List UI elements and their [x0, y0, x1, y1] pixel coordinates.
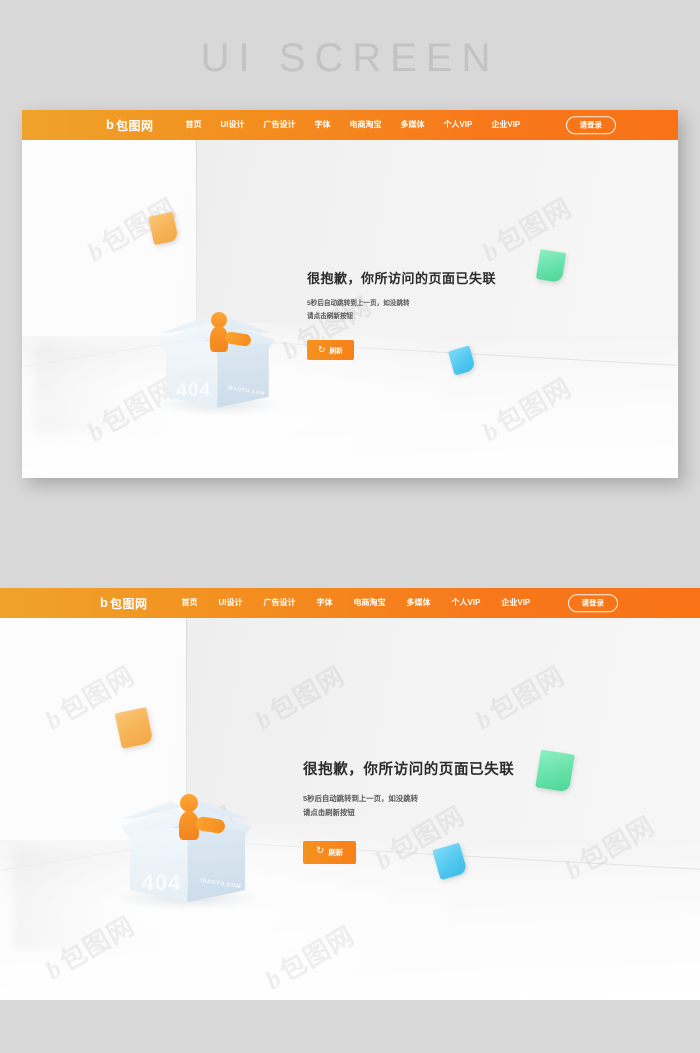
refresh-button[interactable]: ↻ 刷新 — [303, 840, 357, 864]
nav-items: 首页 UI设计 广告设计 字体 电商淘宝 多媒体 个人VIP 企业VIP — [185, 121, 539, 129]
nav-items: 首页 UI设计 广告设计 字体 电商淘宝 多媒体 个人VIP 企业VIP — [181, 599, 551, 607]
login-button[interactable]: 请登录 — [567, 594, 618, 612]
logo[interactable]: b 包图网 — [106, 117, 153, 134]
nav-item-ad-design[interactable]: 广告设计 — [263, 121, 295, 129]
error-headline: 很抱歉，你所访问的页面已失联 — [307, 271, 497, 286]
illustration-stage: b包图网 b包图网 b包图网 b包图网 b包图网 b包图网 b包图网 b包图网 — [0, 618, 700, 1000]
mockup-card-bottom: b 包图网 首页 UI设计 广告设计 字体 电商淘宝 多媒体 个人VIP 企业V… — [0, 588, 700, 1000]
sticky-note-sheet — [535, 249, 567, 283]
error-code-404: 404 — [176, 380, 212, 402]
logo-text: 包图网 — [115, 118, 154, 133]
box-watermark: IBAOTU.COM — [200, 877, 242, 891]
refresh-icon: ↻ — [318, 344, 326, 355]
refresh-button[interactable]: ↻ 刷新 — [307, 340, 354, 361]
refresh-icon: ↻ — [316, 845, 325, 857]
page-title: UI SCREEN — [200, 36, 500, 80]
mascot-character — [171, 794, 227, 841]
box-illustration: IBAOTU.COM 404 — [112, 770, 263, 911]
sticky-note-green — [535, 249, 567, 283]
logo-mark-icon: b — [106, 116, 114, 132]
nav-item-home[interactable]: 首页 — [185, 121, 201, 129]
box-illustration: IBAOTU.COM 404 — [150, 290, 285, 415]
error-code-404: 404 — [141, 870, 182, 896]
error-subtext-line1: 5秒后自动跳转到上一页，如没跳转 — [307, 300, 410, 307]
sticky-note-sheet — [535, 749, 575, 793]
navbar: b 包图网 首页 UI设计 广告设计 字体 电商淘宝 多媒体 个人VIP 企业V… — [0, 588, 700, 618]
illustration-stage: b包图网 b包图网 b包图网 b包图网 b包图网 — [22, 140, 678, 478]
login-button[interactable]: 请登录 — [565, 116, 616, 134]
refresh-button-label: 刷新 — [329, 348, 343, 356]
sticky-note-green — [535, 749, 575, 793]
error-subtext: 5秒后自动跳转到上一页，如没跳转 请点击刷新按钮 — [307, 298, 496, 323]
error-headline: 很抱歉，你所访问的页面已失联 — [303, 762, 515, 778]
error-copy-block: 很抱歉，你所访问的页面已失联 5秒后自动跳转到上一页，如没跳转 请点击刷新按钮 … — [303, 758, 514, 864]
nav-item-ecommerce[interactable]: 电商淘宝 — [353, 599, 385, 607]
mascot-head — [180, 794, 199, 813]
nav-item-ad-design[interactable]: 广告设计 — [263, 599, 295, 607]
nav-item-ecommerce[interactable]: 电商淘宝 — [349, 121, 381, 129]
nav-item-multimedia[interactable]: 多媒体 — [400, 121, 424, 129]
error-subtext: 5秒后自动跳转到上一页，如没跳转 请点击刷新按钮 — [303, 792, 514, 821]
nav-item-enterprise-vip[interactable]: 企业VIP — [501, 599, 530, 607]
error-subtext-line2: 请点击刷新按钮 — [307, 312, 354, 320]
nav-item-fonts[interactable]: 字体 — [314, 121, 330, 129]
box-watermark: IBAOTU.COM — [227, 385, 266, 398]
logo[interactable]: b 包图网 — [100, 595, 147, 612]
nav-item-ui-design[interactable]: UI设计 — [218, 599, 242, 607]
nav-item-personal-vip[interactable]: 个人VIP — [443, 121, 472, 129]
navbar: b 包图网 首页 UI设计 广告设计 字体 电商淘宝 多媒体 个人VIP 企业V… — [22, 110, 678, 140]
nav-item-multimedia[interactable]: 多媒体 — [406, 599, 430, 607]
mockup-card-top: b 包图网 首页 UI设计 广告设计 字体 电商淘宝 多媒体 个人VIP 企业V… — [22, 110, 678, 478]
nav-item-home[interactable]: 首页 — [181, 599, 197, 607]
nav-item-personal-vip[interactable]: 个人VIP — [451, 599, 480, 607]
nav-item-enterprise-vip[interactable]: 企业VIP — [491, 121, 520, 129]
error-subtext-line2: 请点击刷新按钮 — [303, 808, 355, 818]
refresh-button-label: 刷新 — [328, 847, 344, 857]
error-copy-block: 很抱歉，你所访问的页面已失联 5秒后自动跳转到上一页，如没跳转 请点击刷新按钮 … — [307, 268, 497, 361]
poster-canvas: UI SCREEN b 包图网 首页 UI设计 广告设计 字体 电商淘宝 多媒体… — [0, 0, 700, 1053]
logo-text: 包图网 — [109, 596, 148, 611]
error-subtext-line1: 5秒后自动跳转到上一页，如没跳转 — [303, 794, 418, 803]
mascot-character — [203, 311, 253, 353]
logo-mark-icon: b — [100, 594, 108, 610]
nav-item-ui-design[interactable]: UI设计 — [220, 121, 244, 129]
nav-item-fonts[interactable]: 字体 — [316, 599, 332, 607]
